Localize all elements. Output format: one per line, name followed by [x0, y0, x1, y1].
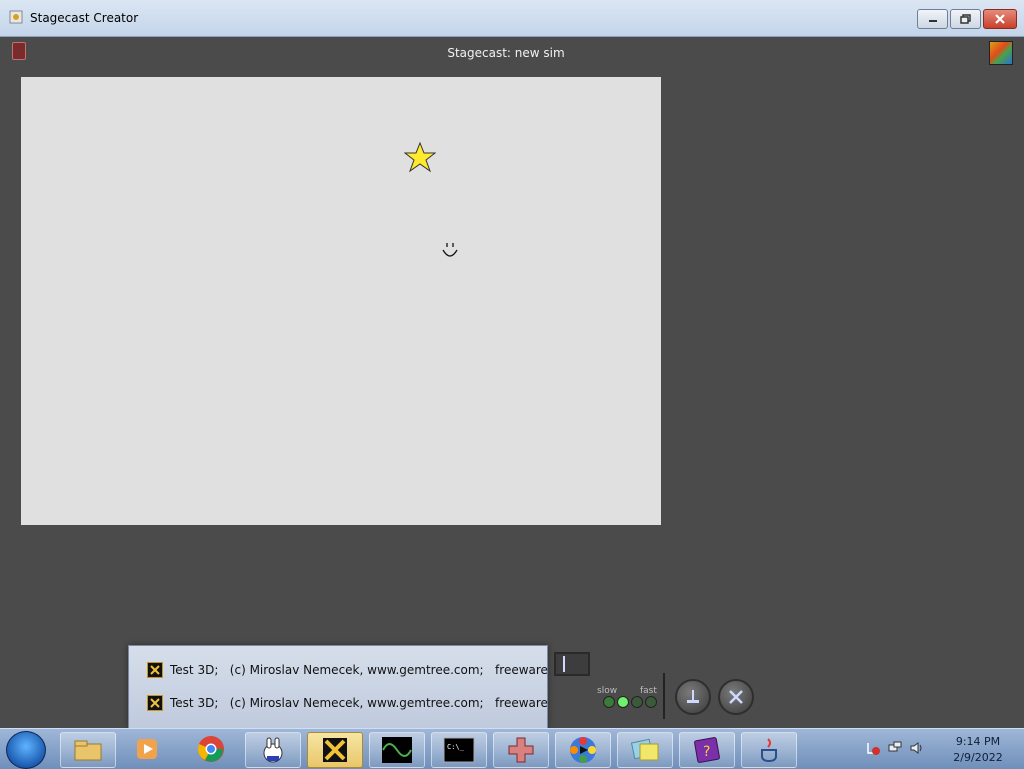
taskbar: C:\_ ? 9:14 PM 2/9/2022 [0, 728, 1024, 769]
smiley-character-icon[interactable] [440, 240, 460, 264]
toggle-indicator [563, 656, 565, 672]
popup-window-label: Test 3D; (c) Miroslav Nemecek, www.gemtr… [170, 696, 548, 710]
color-palette-icon[interactable] [989, 41, 1013, 65]
peter-x-icon[interactable] [307, 732, 363, 768]
window-title: Stagecast Creator [30, 11, 139, 25]
chrome-icon[interactable] [184, 732, 238, 766]
flower-game-icon[interactable] [555, 732, 611, 768]
stagecast-workspace: Stagecast: new sim [0, 37, 1024, 727]
speed-fast-label: fast [640, 686, 657, 696]
speed-slow-label: slow [597, 686, 618, 696]
action-center-icon[interactable] [866, 741, 880, 755]
star-character-icon[interactable] [404, 141, 436, 173]
stop-x-icon [729, 690, 743, 704]
popup-window-item[interactable]: Test 3D; (c) Miroslav Nemecek, www.gemtr… [147, 660, 548, 680]
peter-x-icon [147, 695, 163, 711]
speed-level-2[interactable] [617, 696, 629, 708]
peter-x-icon [147, 662, 163, 678]
step-icon [687, 690, 699, 703]
stage-view-toggle[interactable] [554, 652, 590, 676]
start-button[interactable] [6, 731, 46, 769]
simulation-title: Stagecast: new sim [447, 46, 565, 60]
controls-divider [663, 673, 665, 719]
java-icon[interactable] [741, 732, 797, 768]
network-icon[interactable] [888, 741, 902, 755]
media-player-icon[interactable] [120, 732, 174, 766]
popup-window-label: Test 3D; (c) Miroslav Nemecek, www.gemtr… [170, 663, 548, 677]
taskbar-clock[interactable]: 9:14 PM 2/9/2022 [938, 734, 1018, 766]
svg-text:?: ? [703, 744, 710, 760]
speed-level-3[interactable] [631, 696, 643, 708]
window-titlebar: Stagecast Creator [0, 0, 1024, 37]
system-tray [866, 741, 924, 755]
close-button[interactable] [983, 9, 1017, 29]
stage-canvas[interactable] [21, 77, 661, 525]
taskbar-window-list-popup: Test 3D; (c) Miroslav Nemecek, www.gemtr… [128, 645, 548, 729]
stop-button[interactable] [718, 679, 754, 715]
cmd-icon[interactable]: C:\_ [431, 732, 487, 768]
speed-level-4[interactable] [645, 696, 657, 708]
maximize-button[interactable] [950, 9, 981, 29]
step-button[interactable] [675, 679, 711, 715]
speed-level-1[interactable] [603, 696, 615, 708]
help-book-icon[interactable]: ? [679, 732, 735, 768]
clock-date: 2/9/2022 [953, 751, 1003, 764]
stagecast-app-icon [9, 10, 23, 24]
close-icon [995, 14, 1005, 24]
rabbit-app-icon[interactable] [245, 732, 301, 768]
volume-icon[interactable] [910, 741, 924, 755]
oscilloscope-icon[interactable] [369, 732, 425, 768]
cross-puzzle-icon[interactable] [493, 732, 549, 768]
minimize-button[interactable] [917, 9, 948, 29]
explorer-icon[interactable] [60, 732, 116, 768]
svg-text:C:\_: C:\_ [447, 743, 465, 751]
clock-time: 9:14 PM [955, 735, 1001, 748]
popup-window-item[interactable]: Test 3D; (c) Miroslav Nemecek, www.gemtr… [147, 693, 548, 713]
minimize-icon [928, 20, 937, 22]
folders-icon[interactable] [617, 732, 673, 768]
restore-icon [959, 14, 971, 24]
